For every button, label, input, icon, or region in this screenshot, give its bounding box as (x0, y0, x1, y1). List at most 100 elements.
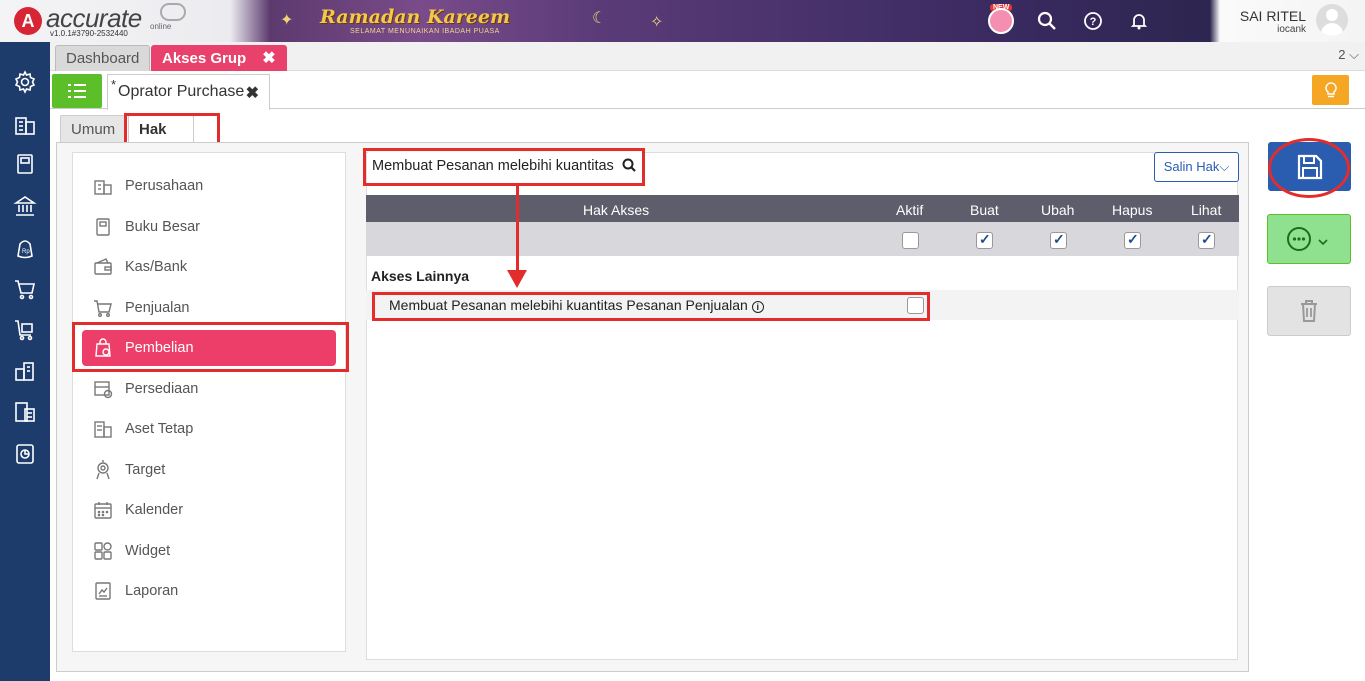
header-aktif: Aktif (896, 202, 924, 218)
check-all-aktif[interactable] (902, 232, 919, 249)
mascot-icon[interactable] (986, 6, 1016, 36)
user-info[interactable]: SAI RITEL iocank (1236, 8, 1306, 35)
module-menu: Perusahaan Buku Besar Kas/Bank Penjualan… (72, 152, 346, 652)
company-icon[interactable] (11, 110, 39, 138)
cart-icon (92, 297, 114, 319)
settings-icon[interactable] (11, 68, 39, 96)
more-icon (1287, 227, 1328, 251)
menu-item-persediaan[interactable]: Persediaan (82, 371, 336, 407)
header-ubah: Ubah (1041, 202, 1075, 218)
logo-mark-icon: A (14, 7, 42, 35)
menu-item-label: Buku Besar (125, 219, 200, 235)
close-icon[interactable]: ✖ (262, 50, 275, 67)
menu-item-penjualan[interactable]: Penjualan (82, 290, 336, 326)
more-actions-button[interactable] (1267, 214, 1351, 264)
master-check-row (366, 222, 1239, 256)
group-title: Akses Lainnya (371, 268, 470, 284)
svg-text:Rp: Rp (22, 249, 30, 255)
document-tab[interactable]: * Oprator Purchase ✖ (107, 74, 270, 110)
star-icon: ✧ (650, 14, 664, 31)
permissions-table-header: Hak Akses Aktif Buat Ubah Hapus Lihat (366, 195, 1239, 222)
menu-item-label: Target (125, 462, 166, 478)
menu-item-buku-besar[interactable]: Buku Besar (82, 209, 336, 245)
menu-item-perusahaan[interactable]: Perusahaan (82, 168, 336, 204)
avatar[interactable] (1316, 4, 1348, 36)
asset-icon (92, 418, 114, 440)
ledger-icon (92, 216, 114, 238)
version-label: v1.0.1#3790-2532440 (50, 29, 128, 38)
tax-icon[interactable] (11, 398, 39, 426)
highlight-search (363, 148, 645, 186)
lightbulb-icon (1324, 82, 1337, 98)
menu-item-widget[interactable]: Widget (82, 533, 336, 569)
menu-item-laporan[interactable]: Laporan (82, 573, 336, 609)
check-all-hapus[interactable] (1124, 231, 1141, 249)
check-all-ubah[interactable] (1050, 231, 1067, 249)
menu-item-label: Laporan (125, 583, 179, 599)
ramadan-banner-subtitle: SELAMAT MENUNAIKAN IBADAH PUASA (350, 28, 500, 35)
salin-hak-button[interactable]: Salin Hak⌵ (1154, 152, 1239, 182)
header-hak-akses: Hak Akses (583, 202, 650, 218)
user-database: iocank (1277, 24, 1306, 35)
menu-item-label: Kas/Bank (125, 259, 188, 275)
search-icon[interactable] (1032, 6, 1062, 36)
inventory-icon (92, 378, 114, 400)
document-title: Oprator Purchase (118, 83, 245, 100)
lightbulb-button[interactable] (1312, 75, 1349, 105)
tab-dashboard[interactable]: Dashboard (55, 45, 151, 71)
menu-item-label: Perusahaan (125, 178, 204, 194)
menu-item-label: Kalender (125, 502, 184, 518)
building-icon (92, 175, 114, 197)
top-bar: A accurate online v1.0.1#3790-2532440 ✦ … (0, 0, 1365, 42)
main-sidebar: Rp (0, 42, 50, 681)
cart-icon[interactable] (11, 275, 39, 303)
tab-dashboard-label: Dashboard (66, 50, 140, 67)
cloud-icon (160, 3, 186, 21)
check-all-buat[interactable] (976, 231, 993, 249)
logo-online-label: online (150, 22, 172, 31)
list-icon (68, 84, 86, 98)
menu-item-label: Persediaan (125, 381, 199, 397)
menu-item-label: Aset Tetap (125, 421, 194, 437)
bank-icon[interactable] (11, 192, 39, 220)
header-hapus: Hapus (1112, 202, 1153, 218)
help-icon[interactable]: ? (1078, 6, 1108, 36)
user-name: SAI RITEL (1239, 8, 1306, 24)
annotation-arrow-head (507, 270, 527, 288)
logo-text: accurate (46, 3, 142, 33)
svg-text:?: ? (1090, 16, 1097, 28)
menu-item-label: Widget (125, 543, 171, 559)
tab-akses-grup-label: Akses Grup (162, 50, 247, 67)
header-buat: Buat (970, 202, 999, 218)
check-all-lihat[interactable] (1198, 231, 1215, 249)
report-chart-icon[interactable] (11, 440, 39, 468)
tab-akses-grup[interactable]: Akses Grup ✖ (151, 45, 287, 71)
widget-icon (92, 540, 114, 562)
unsaved-marker: * (111, 77, 117, 92)
tab-count-dropdown[interactable]: 2 ⌵ (1338, 47, 1359, 63)
header-lihat: Lihat (1191, 202, 1222, 218)
list-view-button[interactable] (52, 74, 102, 108)
delete-button[interactable] (1267, 286, 1351, 336)
highlight-permission-row (372, 292, 930, 321)
menu-item-kalender[interactable]: Kalender (82, 492, 336, 528)
report-icon (92, 580, 114, 602)
purchase-cart-icon[interactable] (11, 316, 39, 344)
ledger-icon[interactable] (11, 150, 39, 178)
calendar-icon (92, 499, 114, 521)
sales-bag-icon[interactable]: Rp (11, 234, 39, 262)
bell-icon[interactable] (1124, 6, 1154, 36)
menu-item-aset-tetap[interactable]: Aset Tetap (82, 411, 336, 447)
tab-umum[interactable]: Umum (60, 115, 127, 143)
menu-item-label: Penjualan (125, 300, 190, 316)
annotation-arrow (516, 184, 519, 272)
lantern-icon: ✦ (280, 12, 294, 29)
warehouse-icon[interactable] (11, 357, 39, 385)
crescent-icon: ☾ (592, 10, 607, 27)
close-document-icon[interactable]: ✖ (246, 83, 259, 103)
menu-item-target[interactable]: Target (82, 452, 336, 488)
target-icon (92, 459, 114, 481)
menu-item-kas-bank[interactable]: Kas/Bank (82, 249, 336, 285)
highlight-save (1268, 138, 1350, 198)
ramadan-banner-title: Ramadan Kareem (320, 6, 511, 28)
